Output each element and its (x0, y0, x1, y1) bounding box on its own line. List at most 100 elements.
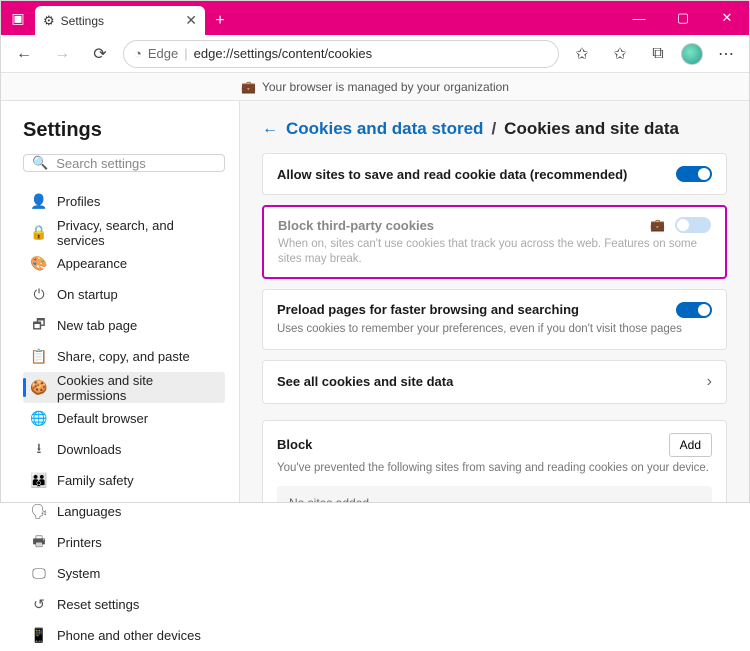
breadcrumb-current: Cookies and site data (504, 119, 679, 139)
sidebar-item-icon: ↺ (31, 596, 47, 613)
settings-sidebar: Settings 🔍 Search settings 👤 Profiles 🔒 Pri… (1, 101, 239, 502)
sidebar-item-label: Cookies and site permissions (57, 373, 217, 403)
org-managed-text: Your browser is managed by your organiza… (262, 80, 509, 94)
sidebar-item-label: On startup (57, 287, 118, 302)
sidebar-item-icon: 📋 (31, 348, 47, 365)
sidebar-item-label: Family safety (57, 473, 134, 488)
block-third-party-row: Block third-party cookies 💼 When on, sit… (262, 205, 727, 279)
url-path: edge://settings/content/cookies (194, 46, 373, 61)
browser-toolbar: ← → ⟳ ◔ Edge | edge://settings/content/c… (1, 35, 749, 73)
block-section-desc: You've prevented the following sites fro… (277, 461, 712, 476)
minimize-button[interactable]: — (617, 1, 661, 35)
sidebar-item-system[interactable]: 🖵 System (23, 558, 225, 589)
sidebar-item-new-tab-page[interactable]: 🗗 New tab page (23, 310, 225, 341)
preload-desc: Uses cookies to remember your preference… (277, 322, 712, 337)
edge-logo-icon: ◔ (134, 46, 142, 61)
preload-row: Preload pages for faster browsing and se… (262, 289, 727, 350)
search-settings-input[interactable]: 🔍 Search settings (23, 154, 225, 172)
see-all-cookies-row[interactable]: See all cookies and site data › (262, 360, 727, 404)
search-icon: 🔍 (32, 155, 48, 171)
maximize-button[interactable]: ▢ (661, 1, 705, 35)
breadcrumb-separator: / (491, 119, 496, 139)
sidebar-item-label: Privacy, search, and services (57, 218, 217, 248)
favorites-bar-icon[interactable]: ✩ (605, 39, 635, 69)
sidebar-item-phone-and-other-devices[interactable]: 📱Phone and other devices (23, 620, 225, 651)
allow-cookies-toggle[interactable] (676, 166, 712, 182)
sidebar-item-share-copy-and-paste[interactable]: 📋 Share, copy, and paste (23, 341, 225, 372)
sidebar-item-label: Printers (57, 535, 102, 550)
page-back-button[interactable]: ← (262, 120, 278, 138)
profile-avatar[interactable] (681, 43, 703, 65)
sidebar-item-icon: 👤 (31, 193, 47, 210)
sidebar-item-label: Phone and other devices (57, 628, 201, 643)
sidebar-item-label: New tab page (57, 318, 137, 333)
block-third-party-toggle (675, 217, 711, 233)
gear-icon: ⚙ (43, 13, 55, 29)
briefcase-icon: 💼 (241, 80, 256, 94)
settings-heading: Settings (23, 119, 225, 142)
forward-button: → (47, 39, 77, 69)
sidebar-item-icon: 🔒 (31, 224, 47, 241)
block-empty-state: No sites added (277, 486, 712, 502)
sidebar-item-cookies-and-site-permissions[interactable]: 🍪 Cookies and site permissions (23, 372, 225, 403)
sidebar-item-label: Default browser (57, 411, 148, 426)
sidebar-item-icon: 🗗 (31, 314, 47, 338)
block-section: Block Add You've prevented the following… (262, 420, 727, 502)
title-bar: ▣ ⚙ Settings ✕ + — ▢ ✕ (1, 1, 749, 35)
block-third-party-desc: When on, sites can't use cookies that tr… (278, 237, 711, 267)
tab-actions-icon[interactable]: ▣ (1, 1, 35, 35)
sidebar-item-downloads[interactable]: ⭳ Downloads (23, 434, 225, 465)
collections-icon[interactable]: ⧉ (643, 39, 673, 69)
sidebar-item-appearance[interactable]: 🎨 Appearance (23, 248, 225, 279)
more-menu-button[interactable]: ⋯ (711, 39, 741, 69)
sidebar-item-family-safety[interactable]: 👪 Family safety (23, 465, 225, 496)
new-tab-button[interactable]: + (205, 6, 235, 35)
url-separator: | (184, 46, 187, 61)
sidebar-item-profiles[interactable]: 👤 Profiles (23, 186, 225, 217)
breadcrumb-parent-link[interactable]: Cookies and data stored (286, 119, 483, 139)
sidebar-item-printers[interactable]: 🖶 Printers (23, 527, 225, 558)
window-close-button[interactable]: ✕ (705, 1, 749, 35)
sidebar-item-label: Languages (57, 504, 121, 519)
sidebar-item-icon: 🍪 (31, 379, 47, 396)
sidebar-item-label: Profiles (57, 194, 100, 209)
back-button[interactable]: ← (9, 39, 39, 69)
sidebar-item-label: Share, copy, and paste (57, 349, 190, 364)
block-section-title: Block (277, 437, 312, 452)
sidebar-item-icon: 🖵 (31, 565, 47, 582)
org-managed-banner: 💼 Your browser is managed by your organi… (1, 73, 749, 101)
sidebar-item-icon: ⭳ (31, 438, 47, 462)
block-third-party-label: Block third-party cookies (278, 218, 434, 233)
preload-toggle[interactable] (676, 302, 712, 318)
refresh-button[interactable]: ⟳ (85, 39, 115, 69)
tab-close-button[interactable]: ✕ (185, 12, 197, 29)
browser-tab[interactable]: ⚙ Settings ✕ (35, 6, 205, 35)
sidebar-item-icon: 🌐 (31, 410, 47, 427)
sidebar-item-reset-settings[interactable]: ↺ Reset settings (23, 589, 225, 620)
address-bar[interactable]: ◔ Edge | edge://settings/content/cookies (123, 40, 559, 68)
sidebar-item-on-startup[interactable]: ⏻ On startup (23, 279, 225, 310)
tab-title: Settings (61, 14, 104, 28)
sidebar-item-label: System (57, 566, 100, 581)
block-add-button[interactable]: Add (669, 433, 712, 457)
sidebar-item-default-browser[interactable]: 🌐 Default browser (23, 403, 225, 434)
sidebar-item-icon: ⏻ (31, 286, 47, 303)
sidebar-item-label: Reset settings (57, 597, 139, 612)
sidebar-item-privacy-search-and-services[interactable]: 🔒 Privacy, search, and services (23, 217, 225, 248)
see-all-cookies-label: See all cookies and site data (277, 374, 453, 389)
sidebar-item-label: Appearance (57, 256, 127, 271)
sidebar-item-icon: 🖶 (31, 531, 47, 555)
search-placeholder: Search settings (56, 156, 146, 171)
sidebar-item-icon: 🎨 (31, 255, 47, 272)
allow-cookies-row: Allow sites to save and read cookie data… (262, 153, 727, 195)
browser-name: Edge (148, 46, 178, 61)
sidebar-item-languages[interactable]: 🗣 Languages (23, 496, 225, 527)
chevron-right-icon: › (707, 373, 712, 391)
favorites-star-icon[interactable]: ✩ (567, 39, 597, 69)
sidebar-item-icon: 🗣 (31, 503, 47, 520)
allow-cookies-label: Allow sites to save and read cookie data… (277, 167, 627, 182)
breadcrumb: ← Cookies and data stored / Cookies and … (262, 119, 727, 139)
sidebar-item-icon: 👪 (31, 472, 47, 489)
preload-label: Preload pages for faster browsing and se… (277, 302, 579, 317)
sidebar-item-label: Downloads (57, 442, 121, 457)
